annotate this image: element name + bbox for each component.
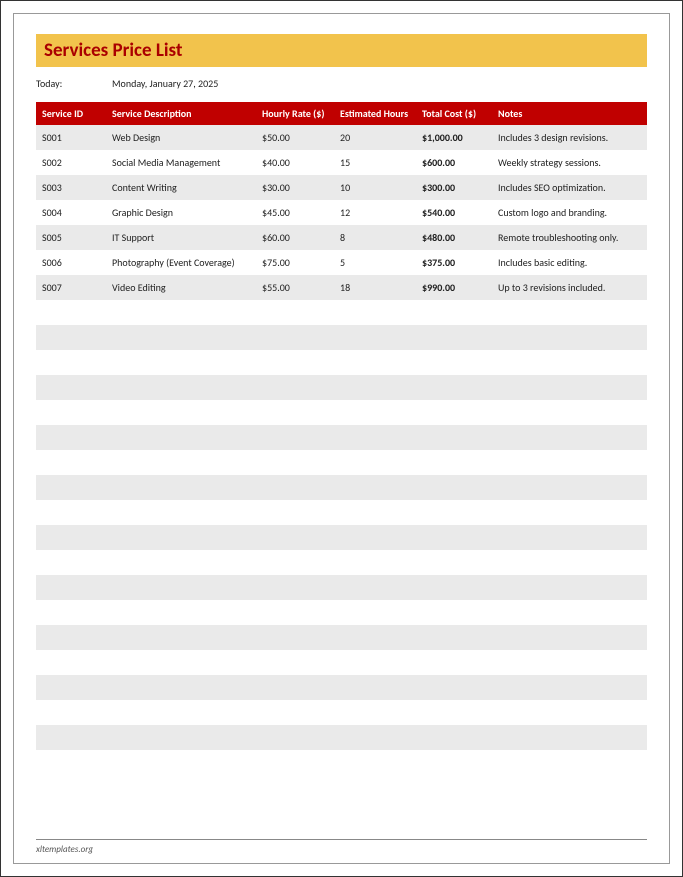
table-row-empty xyxy=(36,550,647,575)
table-row-empty xyxy=(36,400,647,425)
cell-total-cost: $300.00 xyxy=(416,175,492,200)
cell-notes: Weekly strategy sessions. xyxy=(492,150,647,175)
col-total-cost: Total Cost ($) xyxy=(416,102,492,125)
cell-estimated-hours: 5 xyxy=(334,250,416,275)
col-service-desc: Service Description xyxy=(106,102,256,125)
table-row-empty xyxy=(36,375,647,400)
date-value: Monday, January 27, 2025 xyxy=(112,77,218,90)
cell-notes: Up to 3 revisions included. xyxy=(492,275,647,300)
title-bar: Services Price List xyxy=(36,34,647,67)
cell-hourly-rate: $55.00 xyxy=(256,275,334,300)
cell-service-id: S007 xyxy=(36,275,106,300)
cell-notes: Includes 3 design revisions. xyxy=(492,125,647,150)
cell-service-id: S002 xyxy=(36,150,106,175)
cell-total-cost: $600.00 xyxy=(416,150,492,175)
cell-hourly-rate: $50.00 xyxy=(256,125,334,150)
cell-estimated-hours: 18 xyxy=(334,275,416,300)
cell-estimated-hours: 8 xyxy=(334,225,416,250)
table-row: S002Social Media Management$40.0015$600.… xyxy=(36,150,647,175)
cell-service-id: S005 xyxy=(36,225,106,250)
table-row: S007Video Editing$55.0018$990.00Up to 3 … xyxy=(36,275,647,300)
cell-service-id: S006 xyxy=(36,250,106,275)
table-header-row: Service ID Service Description Hourly Ra… xyxy=(36,102,647,125)
cell-service-desc: Content Writing xyxy=(106,175,256,200)
table-row: S004Graphic Design$45.0012$540.00Custom … xyxy=(36,200,647,225)
cell-service-id: S004 xyxy=(36,200,106,225)
cell-notes: Includes basic editing. xyxy=(492,250,647,275)
table-row-empty xyxy=(36,725,647,750)
cell-total-cost: $990.00 xyxy=(416,275,492,300)
table-row: S001Web Design$50.0020$1,000.00Includes … xyxy=(36,125,647,150)
date-label: Today: xyxy=(36,77,112,90)
cell-service-desc: Photography (Event Coverage) xyxy=(106,250,256,275)
table-row-empty xyxy=(36,650,647,675)
cell-total-cost: $540.00 xyxy=(416,200,492,225)
cell-notes: Custom logo and branding. xyxy=(492,200,647,225)
table-row: S006Photography (Event Coverage)$75.005$… xyxy=(36,250,647,275)
table-row-empty xyxy=(36,700,647,725)
cell-hourly-rate: $30.00 xyxy=(256,175,334,200)
col-estimated-hours: Estimated Hours xyxy=(334,102,416,125)
cell-total-cost: $375.00 xyxy=(416,250,492,275)
cell-estimated-hours: 20 xyxy=(334,125,416,150)
table-row-empty xyxy=(36,600,647,625)
col-service-id: Service ID xyxy=(36,102,106,125)
table-row-empty xyxy=(36,500,647,525)
table-row: S005IT Support$60.008$480.00Remote troub… xyxy=(36,225,647,250)
services-table: Service ID Service Description Hourly Ra… xyxy=(36,102,647,750)
cell-hourly-rate: $40.00 xyxy=(256,150,334,175)
cell-service-desc: Web Design xyxy=(106,125,256,150)
cell-service-desc: Social Media Management xyxy=(106,150,256,175)
table-row-empty xyxy=(36,350,647,375)
cell-service-desc: Graphic Design xyxy=(106,200,256,225)
cell-service-desc: Video Editing xyxy=(106,275,256,300)
cell-estimated-hours: 10 xyxy=(334,175,416,200)
table-row-empty xyxy=(36,450,647,475)
cell-service-id: S003 xyxy=(36,175,106,200)
cell-hourly-rate: $45.00 xyxy=(256,200,334,225)
cell-service-id: S001 xyxy=(36,125,106,150)
table-row-empty xyxy=(36,325,647,350)
cell-hourly-rate: $75.00 xyxy=(256,250,334,275)
table-row-empty xyxy=(36,425,647,450)
col-hourly-rate: Hourly Rate ($) xyxy=(256,102,334,125)
cell-hourly-rate: $60.00 xyxy=(256,225,334,250)
table-row-empty xyxy=(36,300,647,325)
cell-total-cost: $1,000.00 xyxy=(416,125,492,150)
cell-notes: Includes SEO optimization. xyxy=(492,175,647,200)
table-row-empty xyxy=(36,625,647,650)
table-row-empty xyxy=(36,525,647,550)
col-notes: Notes xyxy=(492,102,647,125)
table-row-empty xyxy=(36,575,647,600)
cell-notes: Remote troubleshooting only. xyxy=(492,225,647,250)
cell-total-cost: $480.00 xyxy=(416,225,492,250)
footer-text: xltemplates.org xyxy=(36,839,647,855)
page-title: Services Price List xyxy=(44,39,639,62)
table-row-empty xyxy=(36,475,647,500)
table-row-empty xyxy=(36,675,647,700)
cell-estimated-hours: 12 xyxy=(334,200,416,225)
cell-service-desc: IT Support xyxy=(106,225,256,250)
cell-estimated-hours: 15 xyxy=(334,150,416,175)
table-row: S003Content Writing$30.0010$300.00Includ… xyxy=(36,175,647,200)
date-row: Today: Monday, January 27, 2025 xyxy=(36,77,647,90)
